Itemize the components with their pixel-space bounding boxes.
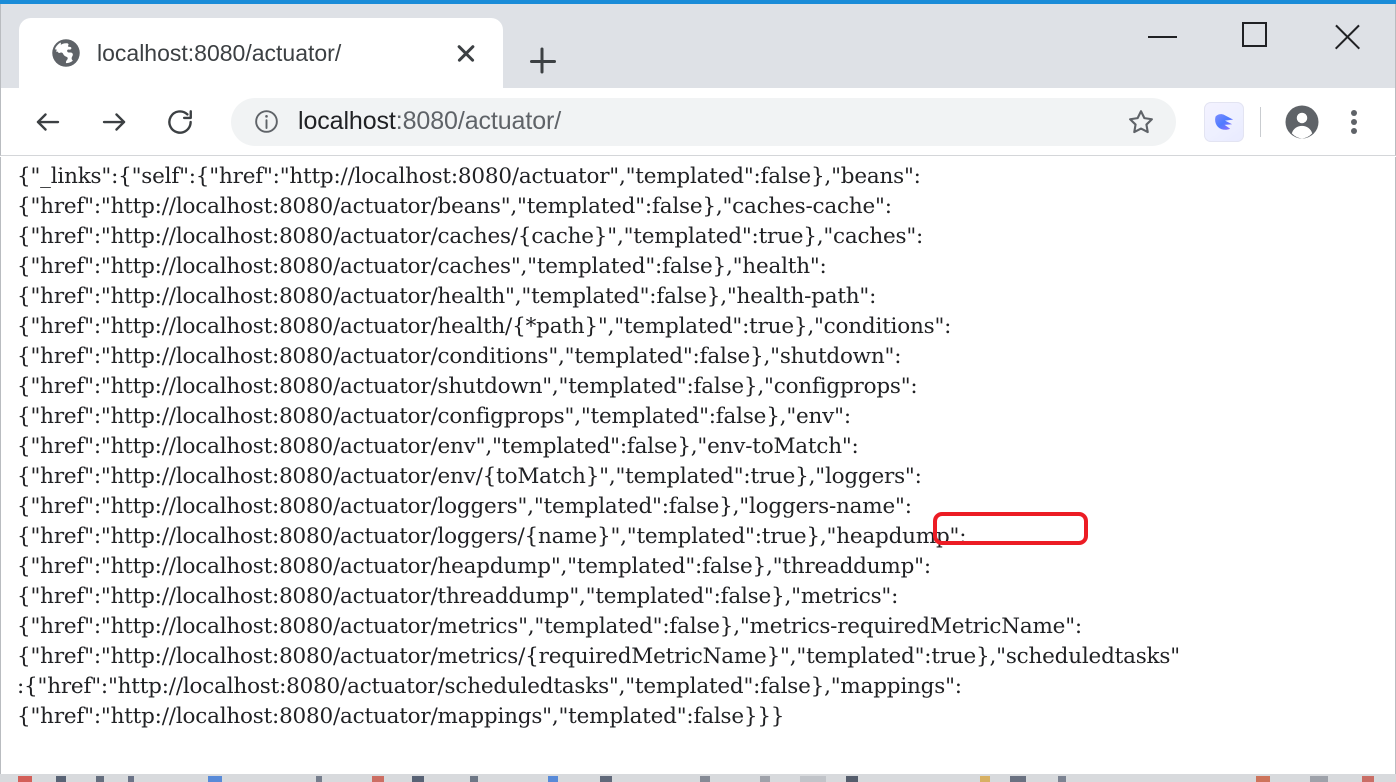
address-bar-host: localhost — [298, 107, 396, 135]
json-line: {"href":"http://localhost:8080/actuator/… — [17, 522, 1377, 552]
tab-strip: localhost:8080/actuator/ — [0, 4, 1396, 88]
taskbar-sliver — [0, 774, 1396, 782]
json-line: {"href":"http://localhost:8080/actuator/… — [17, 192, 1377, 222]
json-line: {"href":"http://localhost:8080/actuator/… — [17, 432, 1377, 462]
back-arrow-icon[interactable] — [25, 99, 71, 145]
address-bar[interactable]: localhost:8080/actuator/ — [231, 98, 1176, 146]
maximize-icon[interactable] — [1209, 4, 1302, 70]
browser-tab-active[interactable]: localhost:8080/actuator/ — [19, 18, 503, 88]
new-tab-button[interactable] — [517, 36, 569, 88]
json-line: {"href":"http://localhost:8080/actuator/… — [17, 252, 1377, 282]
browser-window: localhost:8080/actuator/ — [0, 0, 1396, 782]
json-line: {"href":"http://localhost:8080/actuator/… — [17, 372, 1377, 402]
address-bar-path: :8080/actuator/ — [396, 107, 561, 135]
json-line: {"href":"http://localhost:8080/actuator/… — [17, 702, 1377, 732]
json-line: {"href":"http://localhost:8080/actuator/… — [17, 492, 1377, 522]
json-line: {"href":"http://localhost:8080/actuator/… — [17, 282, 1377, 312]
window-close-icon[interactable] — [1302, 4, 1395, 70]
window-controls — [1116, 4, 1395, 70]
json-line: {"href":"http://localhost:8080/actuator/… — [17, 342, 1377, 372]
menu-dot — [1351, 128, 1357, 134]
minimize-icon[interactable] — [1116, 4, 1209, 70]
json-line: {"href":"http://localhost:8080/actuator/… — [17, 612, 1377, 642]
json-line: {"href":"http://localhost:8080/actuator/… — [17, 402, 1377, 432]
json-line: {"href":"http://localhost:8080/actuator/… — [17, 312, 1377, 342]
browser-toolbar: localhost:8080/actuator/ — [0, 88, 1396, 156]
bird-extension-icon[interactable] — [1204, 102, 1244, 142]
json-line: {"href":"http://localhost:8080/actuator/… — [17, 552, 1377, 582]
toolbar-separator — [1260, 107, 1261, 137]
close-icon[interactable] — [443, 30, 489, 76]
tab-title: localhost:8080/actuator/ — [97, 40, 443, 67]
json-line: {"_links":{"self":{"href":"http://localh… — [17, 162, 1377, 192]
menu-dot — [1351, 119, 1357, 125]
chrome-menu-icon[interactable] — [1331, 99, 1377, 145]
info-circle-icon[interactable] — [253, 108, 280, 135]
json-response-body: {"_links":{"self":{"href":"http://localh… — [17, 162, 1377, 732]
json-line: :{"href":"http://localhost:8080/actuator… — [17, 672, 1377, 702]
page-content-area: {"_links":{"self":{"href":"http://localh… — [0, 157, 1396, 774]
profile-avatar-icon[interactable] — [1279, 99, 1325, 145]
menu-dot — [1351, 110, 1357, 116]
json-line: {"href":"http://localhost:8080/actuator/… — [17, 222, 1377, 252]
json-line: {"href":"http://localhost:8080/actuator/… — [17, 642, 1377, 672]
json-line: {"href":"http://localhost:8080/actuator/… — [17, 582, 1377, 612]
bookmark-star-icon[interactable] — [1118, 99, 1164, 145]
reload-icon[interactable] — [157, 99, 203, 145]
json-line: {"href":"http://localhost:8080/actuator/… — [17, 462, 1377, 492]
address-bar-text[interactable]: localhost:8080/actuator/ — [298, 107, 1118, 136]
forward-arrow-icon[interactable] — [91, 99, 137, 145]
globe-icon — [51, 38, 81, 68]
